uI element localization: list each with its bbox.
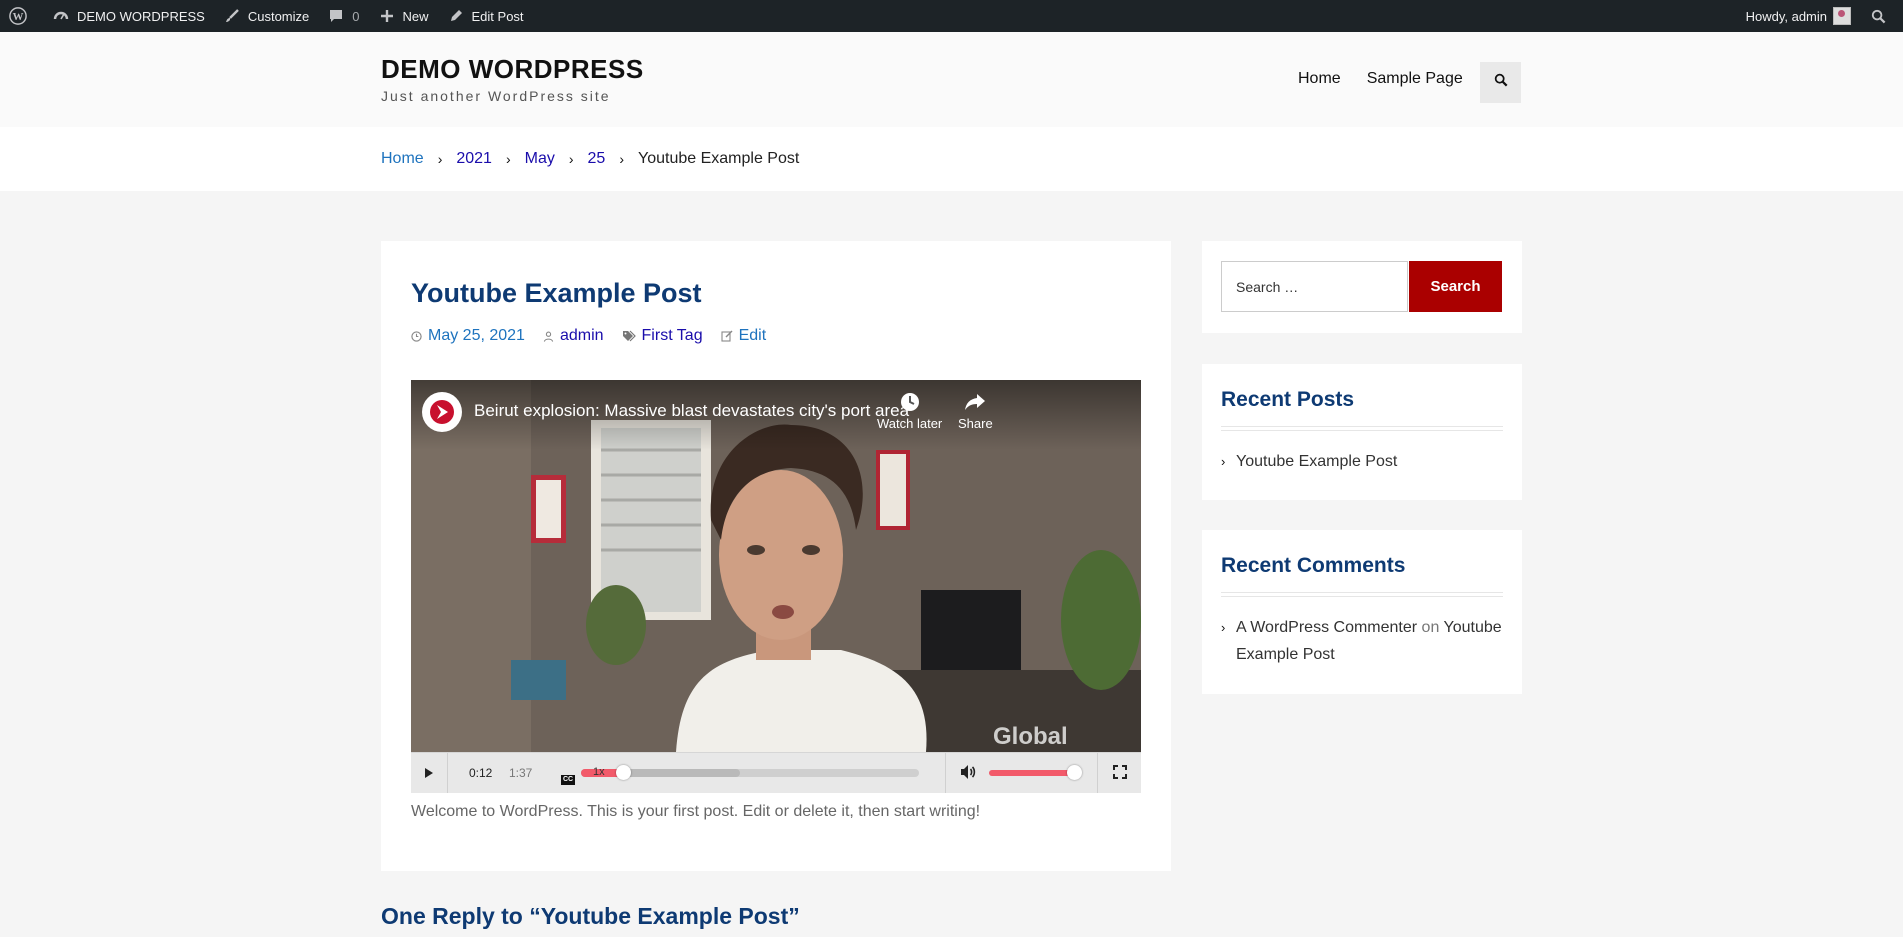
comments-link[interactable]: 0 bbox=[318, 0, 368, 32]
current-time: 0:12 bbox=[469, 766, 493, 780]
edit-post-link[interactable]: Edit Post bbox=[438, 0, 533, 32]
comment-post-link-cont[interactable]: Example Post bbox=[1236, 646, 1335, 663]
chevron-right-icon: › bbox=[437, 151, 443, 167]
my-account-link[interactable]: Howdy, admin bbox=[1737, 0, 1860, 32]
chevron-right-icon: › bbox=[568, 151, 574, 167]
post-date-link[interactable]: May 25, 2021 bbox=[428, 327, 525, 345]
user-icon bbox=[543, 331, 554, 342]
edit-icon bbox=[721, 330, 733, 342]
channel-logo[interactable] bbox=[422, 392, 462, 432]
breadcrumb: Home › 2021 › May › 25 › Youtube Example… bbox=[0, 127, 1903, 191]
share-label: Share bbox=[958, 416, 993, 431]
chevron-right-icon: › bbox=[619, 151, 624, 167]
customize-label: Customize bbox=[247, 8, 310, 24]
recent-posts-widget: Recent Posts › Youtube Example Post bbox=[1202, 364, 1522, 500]
volume-icon[interactable] bbox=[959, 763, 977, 786]
player-controls: 0:12 1:37 1x CC bbox=[411, 752, 1141, 793]
post-article: Youtube Example Post May 25, 2021 admin … bbox=[381, 241, 1171, 871]
nav-item-home[interactable]: Home bbox=[1298, 70, 1341, 88]
brush-icon bbox=[223, 7, 241, 25]
tags-icon bbox=[622, 330, 636, 342]
recent-posts-title: Recent Posts bbox=[1221, 388, 1355, 411]
share-icon bbox=[965, 394, 986, 410]
recent-comments-title: Recent Comments bbox=[1221, 554, 1406, 577]
list-item: › Youtube Example Post bbox=[1221, 448, 1397, 475]
primary-nav: Home Sample Page bbox=[1298, 70, 1463, 88]
new-content-link[interactable]: New bbox=[369, 0, 438, 32]
new-label: New bbox=[402, 8, 429, 24]
list-item: › A WordPress Commenter on Youtube Examp… bbox=[1221, 614, 1503, 668]
play-icon bbox=[425, 768, 433, 778]
site-header: DEMO WORDPRESS Just another WordPress si… bbox=[0, 32, 1903, 127]
duration: 1:37 bbox=[509, 766, 533, 780]
admin-search-button[interactable] bbox=[1860, 0, 1903, 32]
breadcrumb-current: Youtube Example Post bbox=[638, 150, 800, 167]
pencil-icon bbox=[447, 7, 465, 25]
chevron-right-icon: › bbox=[1221, 620, 1226, 635]
channel-play-icon bbox=[430, 400, 454, 424]
post-meta: May 25, 2021 admin First Tag Edit bbox=[411, 327, 784, 345]
comments-count: 0 bbox=[352, 8, 360, 24]
site-name-link[interactable]: DEMO WORDPRESS bbox=[43, 0, 214, 32]
progress-slider[interactable] bbox=[581, 765, 919, 780]
site-title[interactable]: DEMO WORDPRESS bbox=[381, 54, 644, 85]
youtube-video[interactable]: Beirut explosion: Massive blast devastat… bbox=[411, 380, 1141, 752]
clock-icon bbox=[900, 393, 919, 411]
captions-icon[interactable]: CC bbox=[561, 775, 575, 785]
volume-level bbox=[989, 770, 1074, 776]
nav-item-sample-page[interactable]: Sample Page bbox=[1367, 70, 1463, 88]
search-widget: Search … Search bbox=[1202, 241, 1522, 333]
search-input[interactable]: Search … bbox=[1221, 261, 1408, 312]
plus-icon bbox=[378, 7, 396, 25]
post-content: Welcome to WordPress. This is your first… bbox=[411, 803, 981, 820]
howdy-label: Howdy, admin bbox=[1745, 8, 1827, 24]
site-name-label: DEMO WORDPRESS bbox=[77, 8, 205, 24]
post-author-link[interactable]: admin bbox=[560, 327, 604, 345]
wordpress-icon: W bbox=[9, 7, 27, 25]
search-button[interactable]: Search bbox=[1409, 261, 1502, 312]
breadcrumb-year[interactable]: 2021 bbox=[456, 150, 492, 168]
comment-author-link[interactable]: A WordPress Commenter bbox=[1236, 619, 1417, 636]
volume-handle[interactable] bbox=[1067, 765, 1082, 780]
recent-comments-widget: Recent Comments › A WordPress Commenter … bbox=[1202, 530, 1522, 694]
post-title: Youtube Example Post bbox=[411, 278, 702, 308]
playback-speed[interactable]: 1x bbox=[593, 766, 605, 778]
breadcrumb-home[interactable]: Home bbox=[381, 150, 424, 168]
search-icon bbox=[1494, 73, 1508, 92]
comment-bubble-icon bbox=[327, 7, 345, 25]
wordpress-logo-button[interactable]: W bbox=[0, 0, 43, 32]
clock-icon bbox=[411, 330, 422, 342]
watch-later-button[interactable]: Watch later bbox=[877, 392, 942, 431]
fullscreen-icon[interactable] bbox=[1111, 763, 1129, 786]
customize-link[interactable]: Customize bbox=[214, 0, 318, 32]
svg-text:W: W bbox=[13, 11, 24, 23]
news-watermark: Global bbox=[993, 723, 1068, 750]
comments-heading: One Reply to “Youtube Example Post” bbox=[381, 903, 800, 929]
progress-handle[interactable] bbox=[616, 765, 631, 780]
comment-post-link[interactable]: Youtube bbox=[1444, 619, 1502, 636]
site-tagline: Just another WordPress site bbox=[381, 88, 611, 104]
breadcrumb-day[interactable]: 25 bbox=[588, 150, 606, 168]
volume-slider[interactable] bbox=[989, 765, 1082, 780]
edit-post-label: Edit Post bbox=[471, 8, 524, 24]
chevron-right-icon: › bbox=[505, 151, 511, 167]
admin-bar: W DEMO WORDPRESS Customize 0 New Edit Po… bbox=[0, 0, 1903, 32]
post-edit-link[interactable]: Edit bbox=[739, 327, 767, 345]
breadcrumb-month[interactable]: May bbox=[525, 150, 555, 168]
comment-on-label: on bbox=[1421, 619, 1440, 636]
recent-post-link[interactable]: Youtube Example Post bbox=[1236, 448, 1397, 475]
header-search-button[interactable] bbox=[1480, 62, 1521, 103]
play-button[interactable] bbox=[411, 753, 448, 793]
post-tag-link[interactable]: First Tag bbox=[642, 327, 703, 345]
avatar bbox=[1833, 7, 1851, 25]
search-icon bbox=[1869, 7, 1887, 25]
dashboard-icon bbox=[52, 7, 70, 25]
chevron-right-icon: › bbox=[1221, 454, 1226, 469]
share-button[interactable]: Share bbox=[958, 392, 993, 431]
video-title[interactable]: Beirut explosion: Massive blast devastat… bbox=[474, 401, 909, 421]
watch-later-label: Watch later bbox=[877, 416, 943, 431]
